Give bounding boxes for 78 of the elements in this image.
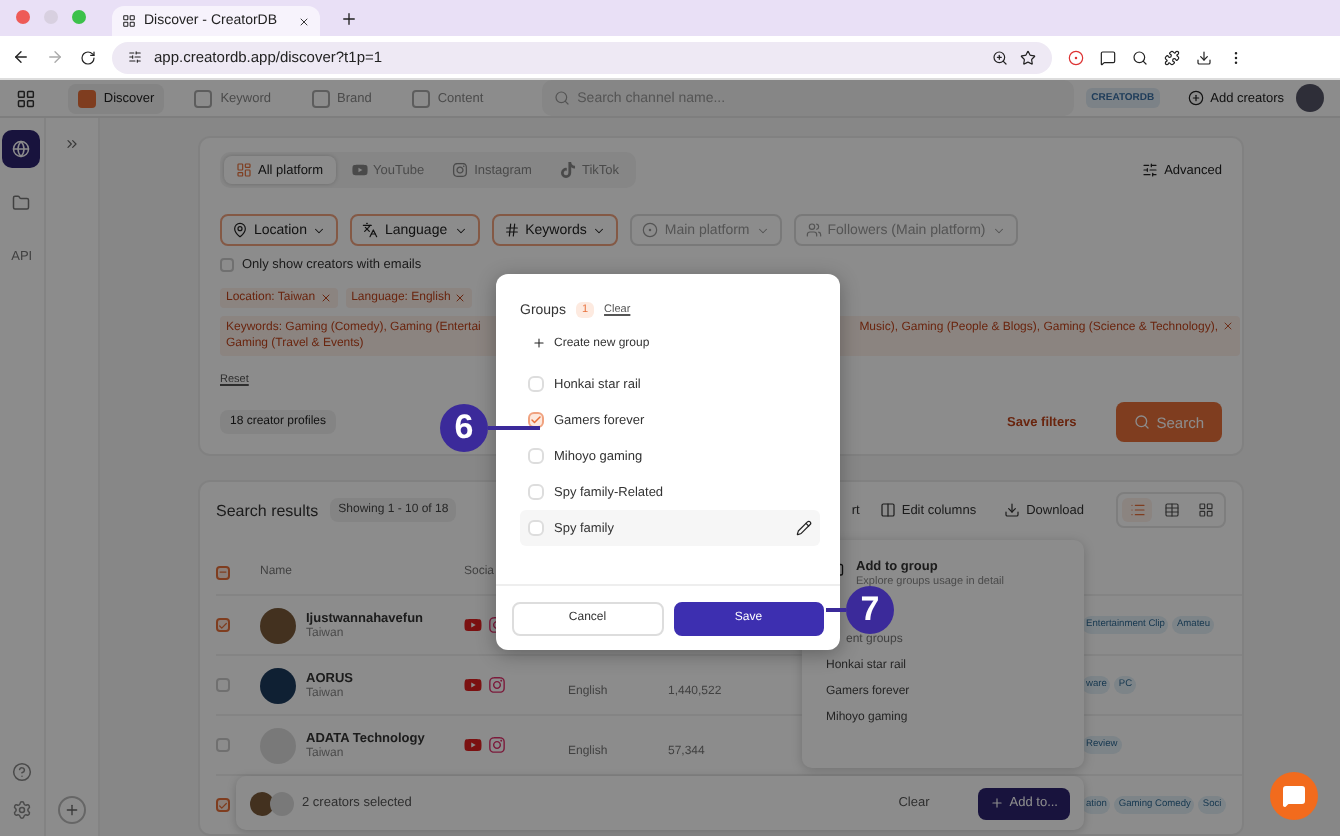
instagram-icon <box>488 676 506 694</box>
maximize-window-dot[interactable] <box>71 10 85 24</box>
chevron-down-icon <box>755 223 770 237</box>
app-grid-icon <box>122 14 136 28</box>
search-icon <box>553 90 570 106</box>
plus-icon <box>63 802 80 818</box>
remove-icon[interactable] <box>319 292 332 304</box>
nav-icon <box>194 89 213 107</box>
checkbox[interactable] <box>216 738 230 752</box>
sliders-icon <box>1142 162 1159 178</box>
chevron-down-icon <box>592 223 607 237</box>
checkbox[interactable] <box>216 618 230 632</box>
chevron-down-icon <box>453 223 468 237</box>
chat-icon <box>1282 784 1306 808</box>
chevron-down-icon <box>312 223 327 237</box>
checkbox[interactable] <box>220 258 234 272</box>
checkbox[interactable] <box>216 798 230 812</box>
folder-icon <box>12 194 31 212</box>
sidebar-item[interactable] <box>2 130 41 168</box>
instagram-icon <box>488 736 506 754</box>
download-icon <box>1196 49 1212 65</box>
columns-icon <box>879 502 896 518</box>
youtube-icon <box>351 162 368 178</box>
results-title: Search results <box>216 501 319 519</box>
tiktok-icon <box>559 162 576 178</box>
nav-icon <box>77 89 96 107</box>
nav-icon <box>411 89 430 107</box>
remove-icon[interactable] <box>454 292 467 304</box>
nav-icon <box>311 89 329 107</box>
grid-icon <box>236 162 252 178</box>
zoom-icon <box>992 49 1008 65</box>
view-button[interactable] <box>1122 498 1152 522</box>
select-all-checkbox[interactable] <box>216 565 230 579</box>
expand-icon <box>63 136 80 152</box>
site-settings-icon <box>128 50 142 64</box>
platform-icon <box>642 222 659 238</box>
extension-icon <box>1132 49 1148 65</box>
checkbox[interactable] <box>528 412 544 428</box>
app-grid-icon <box>16 87 36 109</box>
close-window-dot[interactable] <box>15 10 29 24</box>
avatar <box>260 607 296 643</box>
youtube-icon <box>464 736 482 754</box>
search-icon <box>1134 414 1151 430</box>
extensions-icon <box>1164 49 1180 65</box>
bookmark-star-icon <box>1020 49 1036 65</box>
location-pin-icon <box>232 222 248 238</box>
help-icon <box>11 762 32 782</box>
avatar <box>270 791 294 815</box>
download-icon <box>1004 502 1021 518</box>
list-icon <box>1129 502 1145 518</box>
plus-icon <box>532 336 546 350</box>
add-button[interactable] <box>57 796 86 824</box>
settings-icon <box>11 800 32 820</box>
remove-icon <box>1222 320 1234 332</box>
avatar <box>260 667 296 703</box>
plus-icon <box>989 796 1004 810</box>
extension-icon <box>1068 49 1084 65</box>
youtube-icon <box>464 676 482 694</box>
instagram-icon <box>452 162 469 178</box>
checkbox[interactable] <box>216 678 230 692</box>
avatar <box>250 791 274 815</box>
new-tab-icon <box>340 10 358 28</box>
reload-icon <box>80 49 96 65</box>
back-icon <box>12 48 30 66</box>
pencil-icon <box>796 520 812 536</box>
plus-icon <box>1188 90 1205 106</box>
grid-icon <box>1197 502 1213 518</box>
close-icon <box>298 15 310 27</box>
language-icon <box>362 222 379 238</box>
globe-icon <box>12 140 31 158</box>
users-icon <box>805 222 822 238</box>
forward-icon <box>46 48 64 66</box>
hash-icon <box>503 222 520 238</box>
chevron-down-icon <box>991 223 1006 237</box>
user-avatar[interactable] <box>1296 84 1324 112</box>
table-icon <box>1163 502 1179 518</box>
youtube-icon <box>464 616 482 634</box>
extension-icon <box>1100 49 1116 65</box>
